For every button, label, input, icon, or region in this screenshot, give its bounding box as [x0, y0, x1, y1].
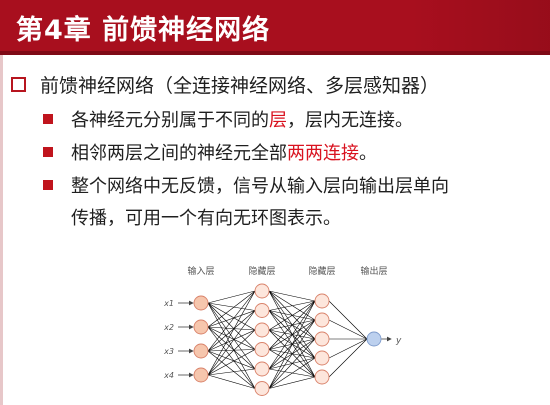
layer-label-output: 输出层	[360, 265, 387, 277]
network-edge	[207, 326, 256, 331]
hidden-node	[314, 312, 330, 328]
hidden-node	[254, 303, 270, 318]
hidden-node	[254, 342, 270, 357]
network-edge	[328, 338, 368, 378]
hidden-node	[254, 381, 270, 396]
layer-label-hidden-2: 隐藏层	[308, 265, 335, 277]
network-edge	[328, 300, 368, 340]
network-edges	[207, 290, 368, 389]
network-edge	[268, 319, 316, 389]
input-label-x1: x1	[163, 299, 174, 308]
network-edge	[207, 329, 256, 376]
input-label-x3: x3	[163, 347, 174, 356]
hidden-node	[314, 350, 330, 366]
slide: 第4章 前馈神经网络 前馈神经网络（全连接神经网络、多层感知器） 各神经元分别属…	[0, 0, 550, 405]
layer-label-input: 输入层	[187, 265, 214, 277]
hidden-node	[254, 322, 270, 338]
network-edge	[207, 290, 256, 328]
hidden-node	[314, 293, 330, 309]
hidden-node	[254, 361, 270, 377]
network-edge	[207, 374, 256, 389]
input-node	[193, 295, 209, 311]
input-node	[193, 367, 209, 383]
network-edge	[268, 290, 316, 302]
network-edge	[207, 349, 256, 352]
network-edge	[268, 300, 316, 350]
network-edge	[268, 357, 316, 389]
input-node	[193, 343, 209, 359]
layer-label-hidden-1: 隐藏层	[248, 265, 275, 277]
input-label-x2: x2	[163, 323, 174, 332]
network-edge	[207, 350, 256, 370]
input-label-x4: x4	[163, 371, 174, 380]
network-edge	[268, 300, 316, 311]
network-edge	[207, 290, 256, 352]
hidden-node	[254, 283, 270, 299]
neural-network-diagram: 输入层 隐藏层 隐藏层 输出层 x1 x2 x3 x4 y	[163, 265, 402, 396]
network-edge	[328, 338, 368, 359]
network-edge	[328, 319, 368, 340]
network-edge	[207, 302, 256, 389]
input-node	[193, 319, 209, 335]
hidden-node	[314, 369, 330, 385]
network-edge	[207, 290, 256, 304]
output-node	[366, 331, 382, 347]
output-label-y: y	[395, 336, 402, 346]
hidden-node	[314, 331, 330, 347]
